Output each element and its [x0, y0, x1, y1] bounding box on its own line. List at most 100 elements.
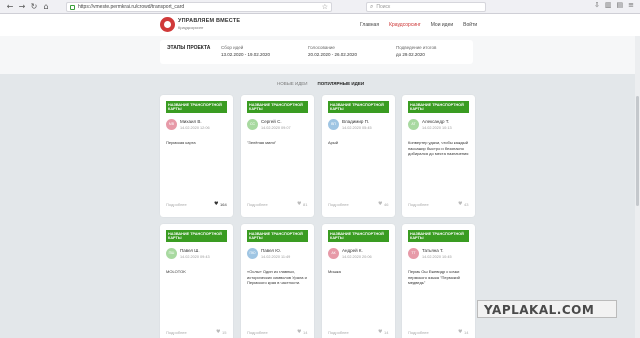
idea-card[interactable]: НАЗВАНИЕ ТРАНСПОРТНОЙ КАРТЫ ТТ Татьяна Т…: [402, 224, 475, 338]
card-more-link[interactable]: Подробнее: [166, 202, 187, 207]
heart-icon[interactable]: ♥: [378, 202, 382, 207]
heart-icon[interactable]: ♥: [458, 202, 462, 207]
card-text: MOLOTOK: [166, 269, 186, 274]
nav-home[interactable]: Главная: [360, 22, 379, 28]
card-more-link[interactable]: Подробнее: [247, 202, 268, 207]
card-date: 14.02.2020 20:06: [342, 255, 372, 259]
card-tag: НАЗВАНИЕ ТРАНСПОРТНОЙ КАРТЫ: [408, 101, 469, 114]
site-title[interactable]: УПРАВЛЯЕМ ВМЕСТЕ: [178, 18, 240, 24]
menu-icon[interactable]: ≡: [628, 1, 634, 9]
sidebar-icon[interactable]: ▤: [617, 1, 624, 9]
home-icon[interactable]: ⌂: [40, 1, 52, 13]
card-tag: НАЗВАНИЕ ТРАНСПОРТНОЙ КАРТЫ: [166, 101, 227, 114]
downloads-icon[interactable]: ⇩: [594, 1, 600, 9]
idea-card[interactable]: НАЗВАНИЕ ТРАНСПОРТНОЙ КАРТЫ МВ Михаил В.…: [160, 95, 233, 217]
nav-crowdsourcing[interactable]: Краудсорсинг: [389, 22, 421, 28]
card-author: Михаил В.: [180, 119, 202, 124]
watermark: YAPLAKAL.COM: [477, 300, 617, 318]
card-date: 14.02.2020 11:49: [261, 255, 291, 259]
card-likes: 15: [222, 330, 227, 335]
card-more-link[interactable]: Подробнее: [408, 202, 429, 207]
card-likes: 46: [384, 202, 389, 207]
idea-card[interactable]: НАЗВАНИЕ ТРАНСПОРТНОЙ КАРТЫ СС Сергей С.…: [241, 95, 314, 217]
back-icon[interactable]: ←: [4, 1, 16, 13]
card-author: Павел Ш.: [180, 248, 200, 253]
card-likes: 14: [464, 330, 469, 335]
library-icon[interactable]: ▥: [605, 1, 612, 9]
card-date: 14.02.2020 05:45: [342, 126, 372, 130]
card-author: Андрей К.: [342, 248, 363, 253]
card-author: Сергей С.: [261, 119, 282, 124]
card-likes: 14: [384, 330, 389, 335]
idea-card[interactable]: НАЗВАНИЕ ТРАНСПОРТНОЙ КАРТЫ ПШ Павел Ш. …: [160, 224, 233, 338]
heart-icon[interactable]: ♥: [378, 330, 382, 335]
card-more-link[interactable]: Подробнее: [328, 202, 349, 207]
search-placeholder: Поиск: [376, 4, 391, 10]
card-text: Пермь Ош Ежевидр с кочки пермского языка…: [408, 269, 460, 286]
card-author: Александр Т.: [422, 119, 450, 124]
avatar: АК: [328, 248, 339, 259]
card-text: Мишка: [328, 269, 341, 274]
stage-voting: Голосование 20.02.2020 - 26.02.2020: [308, 45, 357, 58]
idea-card[interactable]: НАЗВАНИЕ ТРАНСПОРТНОЙ КАРТЫ АТ Александр…: [402, 95, 475, 217]
browser-toolbar: ← → ↻ ⌂ https://vmeste.permkrai.ru/crowd…: [0, 0, 640, 14]
stage-date: 20.02.2020 - 26.02.2020: [308, 51, 358, 57]
card-text: "Зелёная миля": [247, 140, 277, 145]
ideas-section: [0, 74, 640, 338]
avatar: ТТ: [408, 248, 419, 259]
avatar: ПЮ: [247, 248, 258, 259]
bookmark-star-icon[interactable]: ☆: [322, 3, 328, 12]
card-text: Пермская карта: [166, 140, 196, 145]
browser-search-input[interactable]: ⌕ Поиск: [366, 2, 486, 12]
card-author: Павел Ю.: [261, 248, 282, 253]
stages-title: ЭТАПЫ ПРОЕКТА: [167, 45, 211, 51]
url-text: https://vmeste.permkrai.ru/crowd/transpo…: [78, 4, 185, 10]
heart-icon[interactable]: ♥: [458, 330, 462, 335]
heart-icon[interactable]: ♥: [297, 330, 301, 335]
logo-icon[interactable]: [160, 17, 175, 32]
heart-icon[interactable]: ♥: [297, 202, 301, 207]
avatar: АТ: [408, 119, 419, 130]
card-date: 14.02.2020 12:06: [180, 126, 210, 130]
tab-new-ideas[interactable]: НОВЫЕ ИДЕИ: [277, 81, 308, 86]
tab-popular-ideas[interactable]: ПОПУЛЯРНЫЕ ИДЕИ: [318, 81, 365, 86]
card-likes: 14: [303, 330, 308, 335]
idea-card[interactable]: НАЗВАНИЕ ТРАНСПОРТНОЙ КАРТЫ ВП Владимир …: [322, 95, 395, 217]
card-likes: 81: [303, 202, 308, 207]
nav-login[interactable]: Войти: [463, 22, 477, 28]
project-stages-panel: ЭТАПЫ ПРОЕКТА Сбор идей 13.02.2020 - 19.…: [160, 40, 473, 64]
idea-card[interactable]: НАЗВАНИЕ ТРАНСПОРТНОЙ КАРТЫ АК Андрей К.…: [322, 224, 395, 338]
stage-date: до 29.02.2020: [396, 51, 425, 57]
avatar: ВП: [328, 119, 339, 130]
card-tag: НАЗВАНИЕ ТРАНСПОРТНОЙ КАРТЫ: [166, 230, 227, 243]
card-more-link[interactable]: Подробнее: [328, 330, 349, 335]
card-more-link[interactable]: Подробнее: [166, 330, 187, 335]
heart-icon[interactable]: ♥: [214, 202, 218, 207]
ideas-tabs: НОВЫЕ ИДЕИ ПОПУЛЯРНЫЕ ИДЕИ: [277, 81, 364, 86]
stage-collect: Сбор идей 13.02.2020 - 19.02.2020: [221, 45, 270, 58]
card-date: 14.02.2020 10:13: [422, 126, 452, 130]
reload-icon[interactable]: ↻: [28, 1, 40, 13]
card-tag: НАЗВАНИЕ ТРАНСПОРТНОЙ КАРТЫ: [408, 230, 469, 243]
card-text: «Ослы» Один из главных, исторических сим…: [247, 269, 307, 286]
address-bar[interactable]: https://vmeste.permkrai.ru/crowd/transpo…: [66, 2, 332, 12]
heart-icon[interactable]: ♥: [216, 330, 220, 335]
scrollbar-thumb[interactable]: [636, 96, 639, 206]
idea-card[interactable]: НАЗВАНИЕ ТРАНСПОРТНОЙ КАРТЫ ПЮ Павел Ю. …: [241, 224, 314, 338]
card-more-link[interactable]: Подробнее: [408, 330, 429, 335]
card-tag: НАЗВАНИЕ ТРАНСПОРТНОЙ КАРТЫ: [328, 230, 389, 243]
card-tag: НАЗВАНИЕ ТРАНСПОРТНОЙ КАРТЫ: [328, 101, 389, 114]
card-date: 14.02.2020 09:07: [261, 126, 291, 130]
stage-label: Подведение итогов: [396, 45, 437, 50]
stage-results: Подведение итогов до 29.02.2020: [396, 45, 436, 58]
site-subtitle: Краудсорсинг: [178, 25, 204, 30]
page-scrollbar[interactable]: [635, 36, 640, 338]
watermark-text: YAPLAKAL.COM: [484, 303, 595, 317]
forward-icon[interactable]: →: [16, 1, 28, 13]
card-text: Конвертер удачи, чтобы каждый пассажир б…: [408, 140, 469, 157]
nav-my-ideas[interactable]: Мои идеи: [431, 22, 453, 28]
card-author: Татьяна Т.: [422, 248, 444, 253]
search-icon: ⌕: [370, 3, 374, 10]
card-more-link[interactable]: Подробнее: [247, 330, 268, 335]
card-author: Владимир П.: [342, 119, 370, 124]
